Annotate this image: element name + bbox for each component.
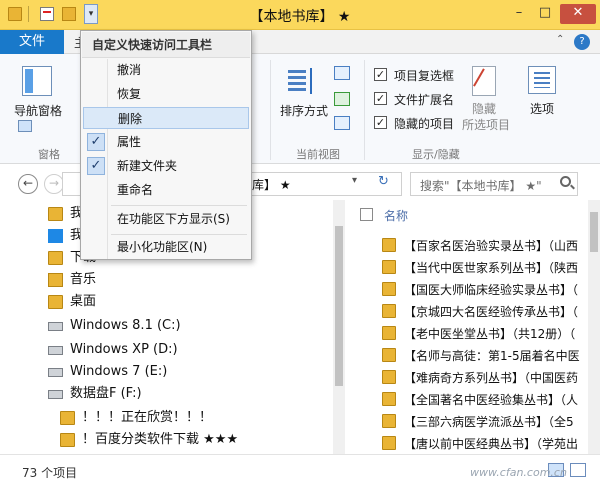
list-item[interactable]: 【名师与高徒：第1-5届着名中医 [346, 344, 600, 366]
title-bar: ▾ 【本地书库】 ★ – □ ✕ [0, 0, 600, 30]
folder-icon [382, 414, 396, 428]
large-icons-view-icon[interactable] [570, 463, 586, 477]
folder-icon [382, 348, 396, 362]
maximize-button[interactable]: □ [534, 4, 556, 24]
menu-item-new-folder[interactable]: ✓ 新建文件夹 [83, 155, 249, 177]
item-checkboxes-checkbox[interactable]: ✓ [374, 68, 387, 81]
menu-item-minimize-ribbon[interactable]: 最小化功能区(N) [83, 236, 249, 258]
hide-selected-label-2[interactable]: 所选项目 [462, 116, 510, 133]
tab-file[interactable]: 文件 [0, 30, 64, 54]
forward-button[interactable]: → [44, 174, 64, 194]
folder-icon [382, 238, 396, 252]
desktop-folder-icon [48, 295, 63, 309]
minimize-button[interactable]: – [508, 4, 530, 24]
library-icon [48, 229, 63, 243]
collapse-ribbon-icon[interactable]: ⌃ [556, 34, 564, 45]
list-item[interactable]: 【难病奇方系列丛书】（中国医药 [346, 366, 600, 388]
search-icon[interactable] [560, 176, 571, 187]
size-columns-icon[interactable] [334, 116, 350, 130]
downloads-folder-icon [48, 251, 63, 265]
address-history-chevron-icon[interactable]: ▾ [352, 175, 357, 186]
back-button[interactable]: ← [18, 174, 38, 194]
music-folder-icon [48, 273, 63, 287]
folder-icon [382, 260, 396, 274]
list-item[interactable]: 【国医大师临床经验实录丛书】（ [346, 278, 600, 300]
menu-item-undo[interactable]: 撤消 [83, 59, 249, 81]
list-item[interactable]: 【京城四大名医经验传承丛书】（ [346, 300, 600, 322]
folder-icon [382, 304, 396, 318]
search-placeholder: 搜索"【本地书库】 ★" [420, 179, 542, 193]
menu-item-show-below-ribbon[interactable]: 在功能区下方显示(S) [83, 208, 249, 230]
folder-icon [60, 411, 75, 425]
column-name-header[interactable]: 名称 [384, 207, 408, 224]
pictures-folder-icon [48, 207, 63, 221]
menu-separator [111, 205, 247, 206]
hide-selected-label-1[interactable]: 隐藏 [472, 100, 496, 117]
close-button[interactable]: ✕ [560, 4, 596, 24]
ribbon-separator [270, 60, 271, 160]
navigation-pane-icon[interactable] [22, 66, 52, 96]
checkmark-icon: ✓ [87, 133, 105, 151]
item-checkboxes-label[interactable]: 项目复选框 [394, 67, 454, 84]
list-item[interactable]: 【百家名医治验实录丛书】（山西 [346, 234, 600, 256]
nav-pane-label[interactable]: 导航窗格 [14, 102, 62, 119]
list-item[interactable]: 【全国著名中医经验集丛书】（人 [346, 388, 600, 410]
ribbon-separator [364, 60, 365, 160]
folder-icon [382, 370, 396, 384]
menu-title: 自定义快速访问工具栏 [82, 32, 250, 58]
folder-icon [382, 436, 396, 450]
folder-icon [382, 392, 396, 406]
menu-item-delete[interactable]: 删除 [83, 107, 249, 129]
help-icon[interactable]: ? [574, 34, 590, 50]
windows-drive-icon [48, 322, 63, 331]
folder-icon [60, 433, 75, 447]
file-extensions-label[interactable]: 文件扩展名 [394, 91, 454, 108]
hide-selected-icon[interactable] [472, 66, 496, 96]
options-button[interactable]: 选项 [530, 100, 554, 117]
sort-by-button[interactable]: 排序方式 [280, 102, 328, 119]
list-item[interactable]: 【老中医坐堂丛书】（共12册）（ [346, 322, 600, 344]
pane-group-label: 窗格 [38, 148, 60, 161]
column-header[interactable]: 名称 [346, 200, 600, 228]
preview-pane-icon[interactable] [18, 120, 32, 132]
drive-icon [48, 368, 63, 377]
add-columns-icon[interactable] [334, 92, 350, 106]
menu-separator [111, 234, 247, 235]
list-item[interactable]: 【三部六病医学流派丛书】（全5 [346, 410, 600, 432]
item-count: 73 个项目 [22, 466, 78, 480]
group-by-icon[interactable] [334, 66, 350, 80]
folder-icon [382, 326, 396, 340]
menu-item-redo[interactable]: 恢复 [83, 83, 249, 105]
file-list-scrollbar[interactable] [588, 200, 600, 454]
list-item[interactable]: 【当代中医世家系列丛书】（陕西 [346, 256, 600, 278]
show-hide-group-label: 显示/隐藏 [412, 148, 460, 161]
list-item[interactable]: 【唐以前中医经典丛书】（学苑出 [346, 432, 600, 454]
drive-icon [48, 346, 63, 355]
sort-icon[interactable] [288, 68, 320, 96]
customize-qat-menu: 自定义快速访问工具栏 撤消 恢复 删除 ✓ 属性 ✓ 新建文件夹 重命名 在功能… [80, 30, 252, 260]
file-list: 名称 【百家名医治验实录丛书】（山西 【当代中医世家系列丛书】（陕西 【国医大师… [346, 200, 600, 454]
menu-item-properties[interactable]: ✓ 属性 [83, 131, 249, 153]
file-extensions-checkbox[interactable]: ✓ [374, 92, 387, 105]
watermark: www.cfan.com.cn [470, 466, 567, 479]
current-view-group-label: 当前视图 [296, 148, 340, 161]
options-icon[interactable] [528, 66, 556, 94]
menu-item-rename[interactable]: 重命名 [83, 179, 249, 201]
select-all-checkbox[interactable] [360, 208, 373, 221]
hidden-items-checkbox[interactable]: ✓ [374, 116, 387, 129]
drive-icon [48, 390, 63, 399]
hidden-items-label[interactable]: 隐藏的项目 [394, 115, 454, 132]
folder-icon [382, 282, 396, 296]
nav-pane-scrollbar[interactable] [333, 200, 345, 454]
nav-pane-scrollbar-thumb[interactable] [335, 226, 343, 386]
file-list-scrollbar-thumb[interactable] [590, 212, 598, 252]
checkmark-icon: ✓ [87, 157, 105, 175]
refresh-button[interactable]: ↻ [378, 174, 389, 189]
